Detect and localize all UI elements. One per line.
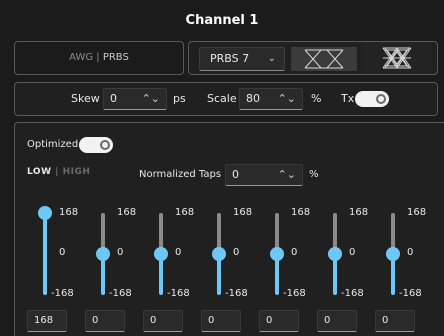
skew-unit: ps: [173, 92, 186, 105]
tap-max-label: 168: [175, 207, 195, 218]
skew-value: 0: [110, 92, 117, 105]
tap-max-label: 168: [59, 207, 79, 218]
scale-input[interactable]: 80 ⌃⌄: [239, 88, 303, 110]
tap-mid-label: 0: [349, 247, 356, 258]
slider-thumb[interactable]: [154, 247, 168, 261]
range-high[interactable]: HIGH: [63, 167, 91, 177]
tap-mid-label: 0: [59, 247, 66, 258]
skew-scale-panel: Skew 0 ⌃⌄ ps Scale 80 ⌃⌄ % Tx: [14, 82, 438, 116]
tap-max-label: 168: [117, 207, 137, 218]
range-separator: |: [51, 167, 63, 177]
pattern-panel: PRBS 7 ⌄: [188, 41, 438, 75]
eye-overlay-icon[interactable]: [361, 42, 433, 74]
slider-thumb[interactable]: [328, 247, 342, 261]
tap-value-input[interactable]: 0: [201, 310, 241, 332]
normalized-taps-value: 0: [232, 168, 239, 181]
mode-selector[interactable]: AWG | PRBS: [14, 41, 184, 75]
slider-thumb[interactable]: [38, 206, 52, 220]
tap-mid-label: 0: [117, 247, 124, 258]
tap-mid-label: 0: [233, 247, 240, 258]
range-low[interactable]: LOW: [27, 167, 52, 177]
optimized-toggle[interactable]: [79, 137, 113, 153]
tap-max-label: 168: [291, 207, 311, 218]
mode-option-prbs[interactable]: PRBS: [103, 52, 129, 63]
tap-max-label: 168: [349, 207, 369, 218]
mode-option-awg[interactable]: AWG: [69, 52, 93, 63]
tx-label: Tx: [341, 92, 355, 105]
tap-value-input[interactable]: 0: [85, 310, 125, 332]
tap-max-label: 168: [407, 207, 427, 218]
tx-toggle[interactable]: [355, 91, 389, 107]
tap-min-label: -168: [109, 288, 132, 299]
scale-unit: %: [311, 92, 322, 105]
tap-value-input[interactable]: 0: [259, 310, 299, 332]
toggle-knob: [100, 140, 110, 150]
slider-thumb[interactable]: [96, 247, 110, 261]
tap-min-label: -168: [341, 288, 364, 299]
eye-diagram-icon[interactable]: [291, 47, 357, 71]
tap-value-input[interactable]: 0: [143, 310, 183, 332]
slider-thumb[interactable]: [270, 247, 284, 261]
scale-label: Scale: [207, 92, 237, 105]
tap-min-label: -168: [167, 288, 190, 299]
spinner-icon[interactable]: ⌃⌄: [278, 165, 296, 185]
spinner-icon[interactable]: ⌃⌄: [278, 89, 296, 109]
tap-mid-label: 0: [407, 247, 414, 258]
tap-min-label: -168: [283, 288, 306, 299]
slider-thumb[interactable]: [212, 247, 226, 261]
tap-mid-label: 0: [291, 247, 298, 258]
tap-value-input[interactable]: 0: [375, 310, 415, 332]
tap-min-label: -168: [51, 288, 74, 299]
slider-track-fill[interactable]: [43, 213, 47, 295]
tap-max-label: 168: [233, 207, 253, 218]
slider-thumb[interactable]: [386, 247, 400, 261]
normalized-taps-label: Normalized Taps: [139, 169, 222, 180]
pattern-dropdown[interactable]: PRBS 7 ⌄: [199, 47, 285, 71]
spinner-icon[interactable]: ⌃⌄: [142, 89, 160, 109]
normalized-taps-unit: %: [309, 169, 319, 180]
low-high-selector[interactable]: LOW | HIGH: [27, 167, 90, 177]
normalized-taps-input[interactable]: 0 ⌃⌄: [225, 164, 303, 186]
skew-label: Skew: [71, 92, 100, 105]
scale-value: 80: [246, 92, 260, 105]
taps-panel: Optimized LOW | HIGH Normalized Taps 0 ⌃…: [14, 122, 444, 336]
mode-separator: |: [93, 52, 103, 63]
chevron-down-icon: ⌄: [267, 53, 276, 64]
channel-title: Channel 1: [185, 13, 259, 28]
tap-mid-label: 0: [175, 247, 182, 258]
tap-min-label: -168: [399, 288, 422, 299]
skew-input[interactable]: 0 ⌃⌄: [103, 88, 167, 110]
tap-value-input[interactable]: 168: [27, 310, 67, 332]
tap-value-input[interactable]: 0: [317, 310, 357, 332]
pattern-selected: PRBS 7: [210, 52, 250, 65]
optimized-label: Optimized: [27, 139, 79, 150]
toggle-knob: [376, 94, 386, 104]
tap-min-label: -168: [225, 288, 248, 299]
